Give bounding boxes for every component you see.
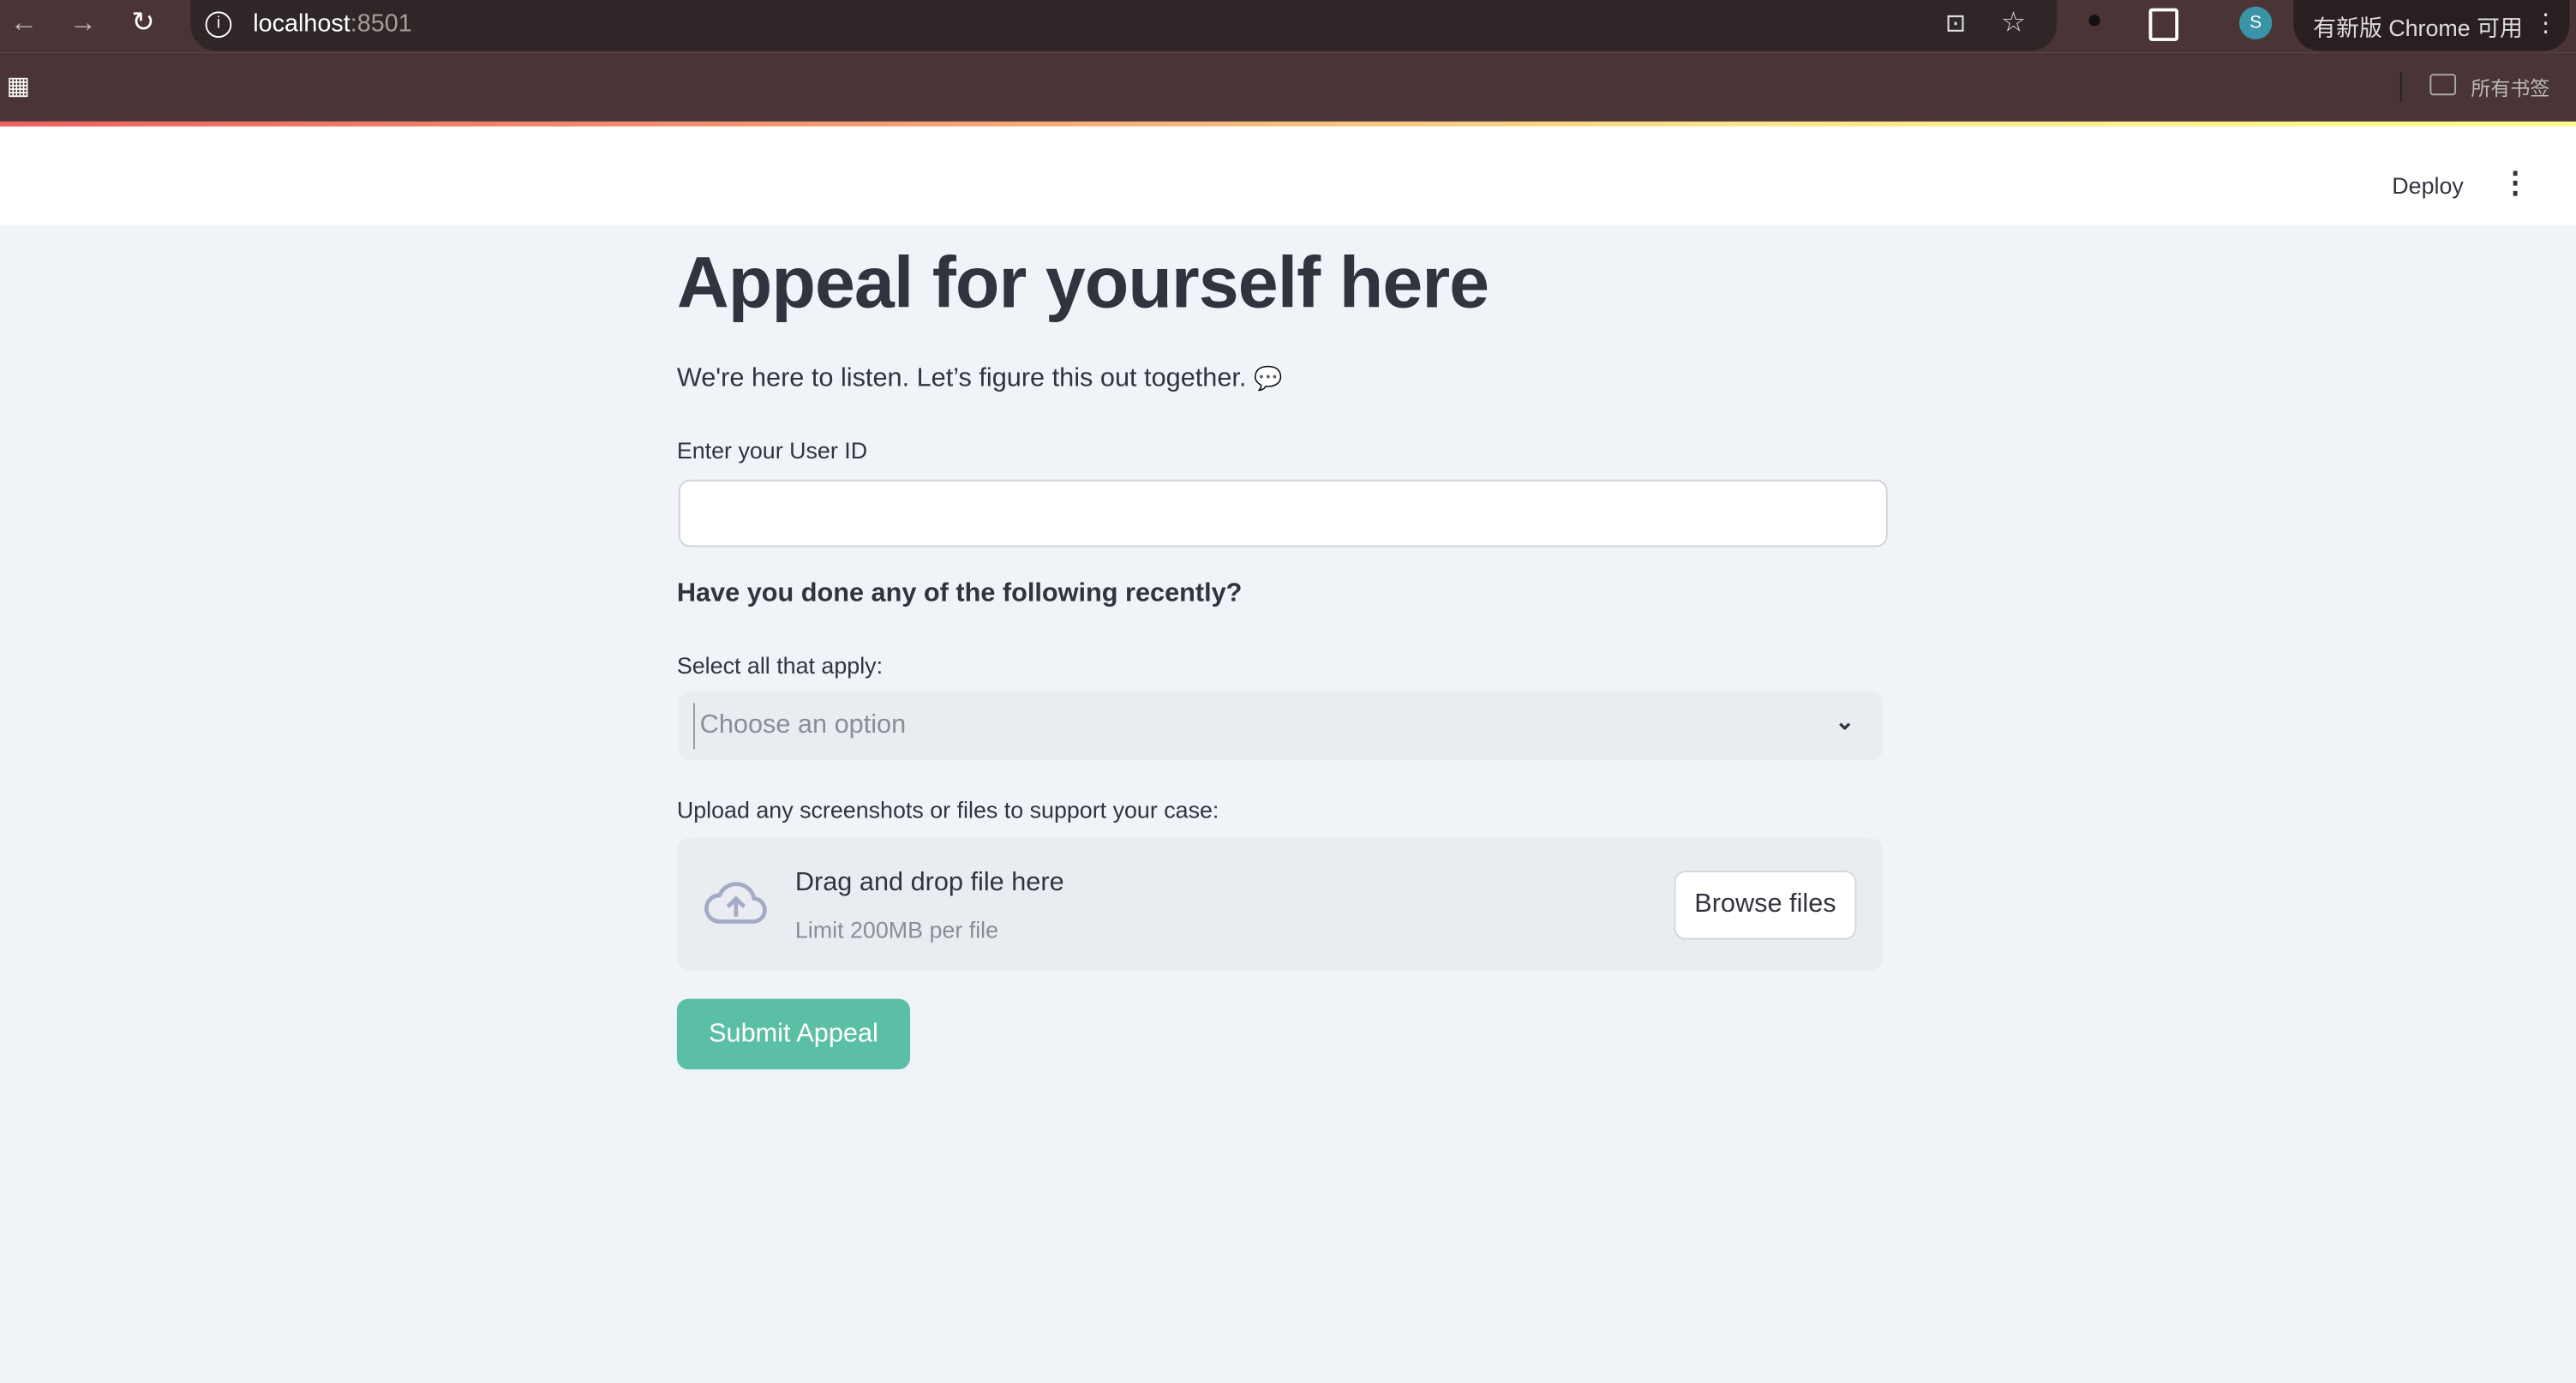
apps-grid-icon[interactable]: ▦	[7, 70, 30, 100]
chevron-down-icon[interactable]: ⌄	[1835, 708, 1854, 736]
select-label: Select all that apply:	[676, 652, 884, 679]
back-icon[interactable]: ←	[10, 7, 39, 39]
bookmarks-bar	[0, 52, 2576, 122]
browse-files-button[interactable]: Browse files	[1674, 871, 1857, 940]
deploy-button[interactable]: Deploy	[2392, 172, 2464, 199]
submit-appeal-button[interactable]: Submit Appeal	[676, 998, 911, 1070]
browser-window: ← → ↻ i localhost:8501 ⊡ ☆ ● S 有新版 Chrom…	[0, 0, 2576, 1383]
limit-text: Limit 200MB per file	[794, 916, 999, 943]
user-id-label: Enter your User ID	[676, 436, 868, 464]
translate-icon[interactable]: ⊡	[1945, 9, 1966, 39]
profile-avatar[interactable]: S	[2239, 6, 2273, 40]
update-label: 有新版 Chrome 可用	[2313, 15, 2523, 41]
reload-icon[interactable]: ↻	[131, 7, 154, 39]
site-info-icon[interactable]: i	[205, 11, 232, 39]
upload-label: Upload any screenshots or files to suppo…	[676, 796, 1219, 823]
incognito-icon[interactable]: ●	[2087, 7, 2103, 37]
speech-bubble-icon: 💬	[1253, 364, 1283, 392]
main-menu-icon[interactable]: ⋮	[2501, 166, 2531, 201]
chrome-update-button[interactable]: 有新版 Chrome 可用 ⋮	[2293, 0, 2570, 51]
cloud-upload-icon	[704, 882, 767, 924]
app-header	[0, 126, 2576, 225]
url-text[interactable]: localhost:8501	[253, 10, 411, 39]
extensions-icon[interactable]	[2148, 8, 2179, 41]
folder-icon	[2429, 74, 2457, 96]
drop-text: Drag and drop file here	[794, 869, 1064, 897]
url-port: :8501	[350, 9, 412, 39]
select-placeholder: Choose an option	[699, 711, 907, 739]
activity-multiselect[interactable]: Choose an option ⌄	[678, 692, 1883, 761]
question-heading: Have you done any of the following recen…	[676, 579, 1243, 608]
forward-icon[interactable]: →	[69, 7, 98, 39]
user-id-input[interactable]	[678, 479, 1888, 548]
menu-kebab-icon[interactable]: ⋮	[2533, 9, 2558, 39]
page-title: Appeal for yourself here	[676, 242, 1489, 324]
address-bar[interactable]	[190, 0, 2058, 51]
subtitle: We're here to listen. Let’s figure this …	[676, 364, 1247, 393]
all-bookmarks-link[interactable]: 所有书签	[2471, 74, 2549, 102]
url-host: localhost	[253, 9, 350, 39]
divider	[2399, 72, 2402, 102]
star-icon[interactable]: ☆	[2001, 7, 2026, 39]
